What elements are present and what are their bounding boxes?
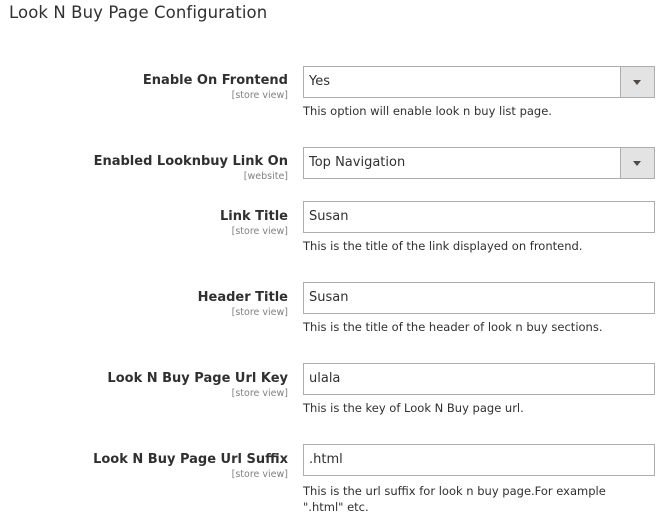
field-scope: [website] (243, 171, 288, 182)
input-value: Susan (309, 209, 349, 224)
field-label-group: Look N Buy Page Url Suffix [store view] (93, 451, 288, 481)
field-label: Enabled Looknbuy Link On (93, 154, 288, 169)
input-value: ulala (309, 371, 341, 386)
url-suffix-input[interactable]: .html (303, 444, 655, 476)
section-title: Look N Buy Page Configuration (9, 3, 268, 22)
field-scope: [store view] (231, 226, 288, 237)
field-label-group: Enabled Looknbuy Link On [website] (94, 153, 288, 183)
field-note: This is the url suffix for look n buy pa… (303, 484, 606, 514)
field-label-group: Link Title [store view] (220, 208, 288, 238)
select-value: Yes (309, 74, 330, 89)
field-label-group: Header Title [store view] (198, 289, 288, 319)
field-label-group: Look N Buy Page Url Key [store view] (107, 370, 288, 400)
link-title-input[interactable]: Susan (303, 201, 655, 233)
field-label: Enable On Frontend (142, 73, 288, 88)
input-value: Susan (309, 290, 349, 305)
triangle-down-icon (633, 161, 641, 166)
select-toggle[interactable] (620, 67, 654, 97)
field-scope: [store view] (231, 90, 288, 101)
field-scope: [store view] (231, 307, 288, 318)
select-toggle[interactable] (620, 148, 654, 178)
field-note: This is the title of the link displayed … (303, 239, 583, 253)
field-scope: [store view] (231, 469, 288, 480)
field-note: This is the title of the header of look … (303, 320, 603, 334)
triangle-down-icon (633, 80, 641, 85)
field-label: Look N Buy Page Url Suffix (93, 452, 288, 467)
field-label: Look N Buy Page Url Key (107, 371, 288, 386)
header-title-input[interactable]: Susan (303, 282, 655, 314)
field-scope: [store view] (231, 388, 288, 399)
field-note: This option will enable look n buy list … (303, 104, 552, 118)
field-note: This is the key of Look N Buy page url. (303, 401, 524, 415)
select-value: Top Navigation (309, 155, 406, 170)
field-label: Link Title (220, 209, 288, 224)
field-label-group: Enable On Frontend [store view] (143, 72, 288, 102)
input-value: .html (309, 452, 343, 467)
enable-on-frontend-select[interactable]: Yes (303, 66, 655, 98)
url-key-input[interactable]: ulala (303, 363, 655, 395)
enabled-looknbuy-link-on-select[interactable]: Top Navigation (303, 147, 655, 179)
field-label: Header Title (197, 290, 288, 305)
